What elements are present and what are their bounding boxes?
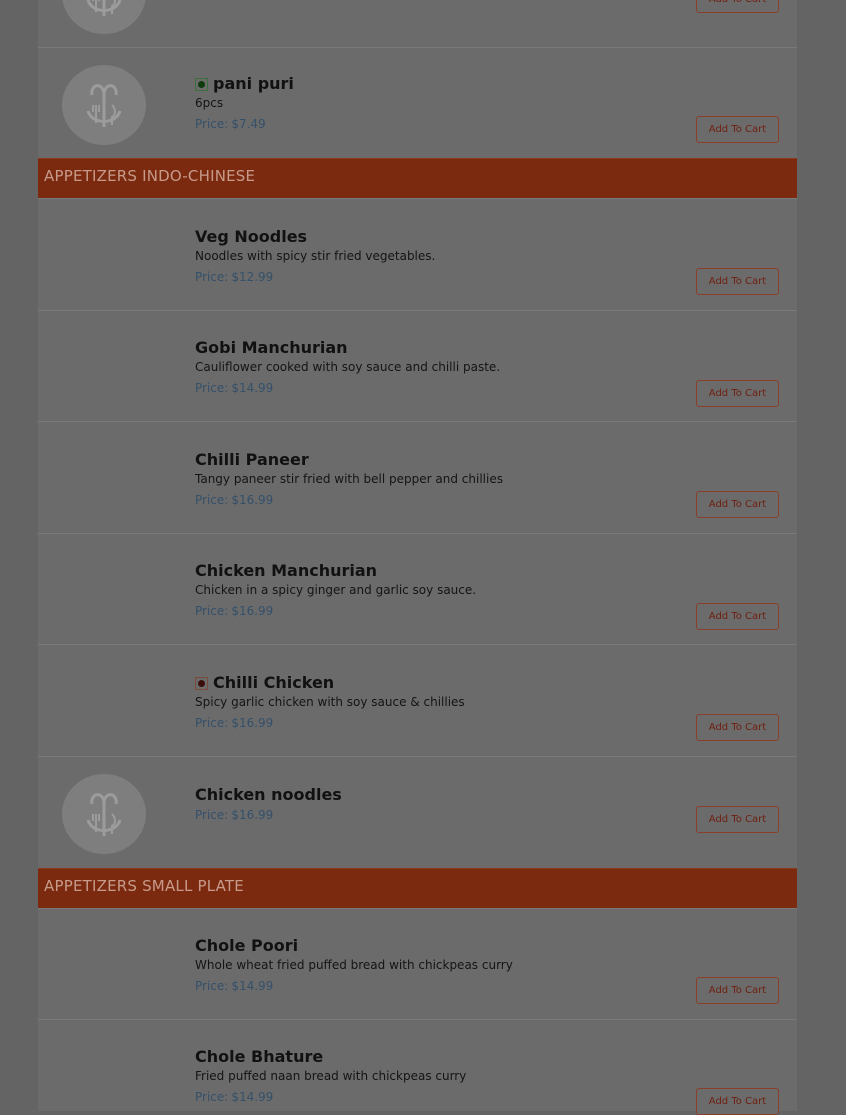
- item-description: Noodles with spicy stir fried vegetables…: [195, 249, 436, 263]
- item-price: Price: $14.99: [195, 979, 274, 993]
- item-price: Price: $16.99: [195, 808, 274, 822]
- add-to-cart-button[interactable]: Add To Cart: [696, 806, 779, 833]
- add-to-cart-button[interactable]: Add To Cart: [696, 603, 779, 630]
- item-name: Chicken Manchurian: [195, 561, 378, 580]
- item-price: Price: $16.99: [195, 493, 274, 507]
- restaurant-placeholder-icon: [62, 65, 146, 145]
- add-to-cart-button[interactable]: Add To Cart: [696, 116, 779, 143]
- add-to-cart-button[interactable]: Add To Cart: [696, 1088, 779, 1115]
- item-name: Chilli Paneer: [195, 450, 309, 469]
- item-price: Price: $14.99: [195, 381, 274, 395]
- add-to-cart-button[interactable]: Add To Cart: [696, 491, 779, 518]
- item-description: Whole wheat fried puffed bread with chic…: [195, 958, 513, 972]
- item-name: pani puri: [213, 74, 294, 93]
- item-name: Chole Poori: [195, 936, 299, 955]
- item-description: Cauliflower cooked with soy sauce and ch…: [195, 360, 501, 374]
- add-to-cart-button[interactable]: Add To Cart: [696, 268, 779, 295]
- restaurant-placeholder-icon: [62, 774, 146, 854]
- category-header-indo-chinese: APPETIZERS INDO-CHINESE: [38, 158, 797, 199]
- add-to-cart-button[interactable]: Add To Cart: [696, 977, 779, 1004]
- item-name: Chicken noodles: [195, 785, 342, 804]
- menu-item-chole-bhature: Chole Bhature Fried puffed naan bread wi…: [38, 1019, 797, 1115]
- item-description: Tangy paneer stir fried with bell pepper…: [195, 472, 503, 486]
- item-price: Price: $12.99: [195, 270, 274, 284]
- menu-item-veg-noodles: Veg Noodles Noodles with spicy stir frie…: [38, 198, 797, 311]
- item-description: Spicy garlic chicken with soy sauce & ch…: [195, 695, 465, 709]
- category-title: APPETIZERS SMALL PLATE: [44, 877, 244, 895]
- menu-item-row: Add To Cart: [38, 0, 797, 48]
- item-price: Price: $16.99: [195, 716, 274, 730]
- restaurant-placeholder-icon: [62, 0, 146, 34]
- item-price: Price: $14.99: [195, 1090, 274, 1104]
- add-to-cart-button[interactable]: Add To Cart: [696, 714, 779, 741]
- menu-item-chilli-chicken: Chilli Chicken Spicy garlic chicken with…: [38, 644, 797, 757]
- add-to-cart-button[interactable]: Add To Cart: [696, 0, 779, 13]
- item-price: Price: $7.49: [195, 117, 266, 131]
- item-description: Fried puffed naan bread with chickpeas c…: [195, 1069, 467, 1083]
- item-name: Gobi Manchurian: [195, 338, 348, 357]
- category-header-small-plate: APPETIZERS SMALL PLATE: [38, 868, 797, 909]
- menu-item-chicken-noodles: Chicken noodles Price: $16.99 Add To Cart: [38, 756, 797, 869]
- menu-item-gobi-manchurian: Gobi Manchurian Cauliflower cooked with …: [38, 310, 797, 422]
- item-description: Chicken in a spicy ginger and garlic soy…: [195, 583, 477, 597]
- item-name: Chole Bhature: [195, 1047, 324, 1066]
- item-name: Veg Noodles: [195, 227, 308, 246]
- non-veg-indicator-icon: [195, 676, 208, 690]
- item-name: Chilli Chicken: [213, 673, 335, 692]
- menu-item-chicken-manchurian: Chicken Manchurian Chicken in a spicy gi…: [38, 533, 797, 645]
- category-title: APPETIZERS INDO-CHINESE: [44, 167, 256, 185]
- veg-indicator-icon: [195, 77, 208, 91]
- item-price: Price: $16.99: [195, 604, 274, 618]
- menu-item-pani-puri: pani puri 6pcs Price: $7.49 Add To Cart: [38, 47, 797, 159]
- item-description: 6pcs: [195, 96, 224, 110]
- menu-item-chilli-paneer: Chilli Paneer Tangy paneer stir fried wi…: [38, 421, 797, 534]
- add-to-cart-button[interactable]: Add To Cart: [696, 380, 779, 407]
- menu-item-chole-poori: Chole Poori Whole wheat fried puffed bre…: [38, 908, 797, 1020]
